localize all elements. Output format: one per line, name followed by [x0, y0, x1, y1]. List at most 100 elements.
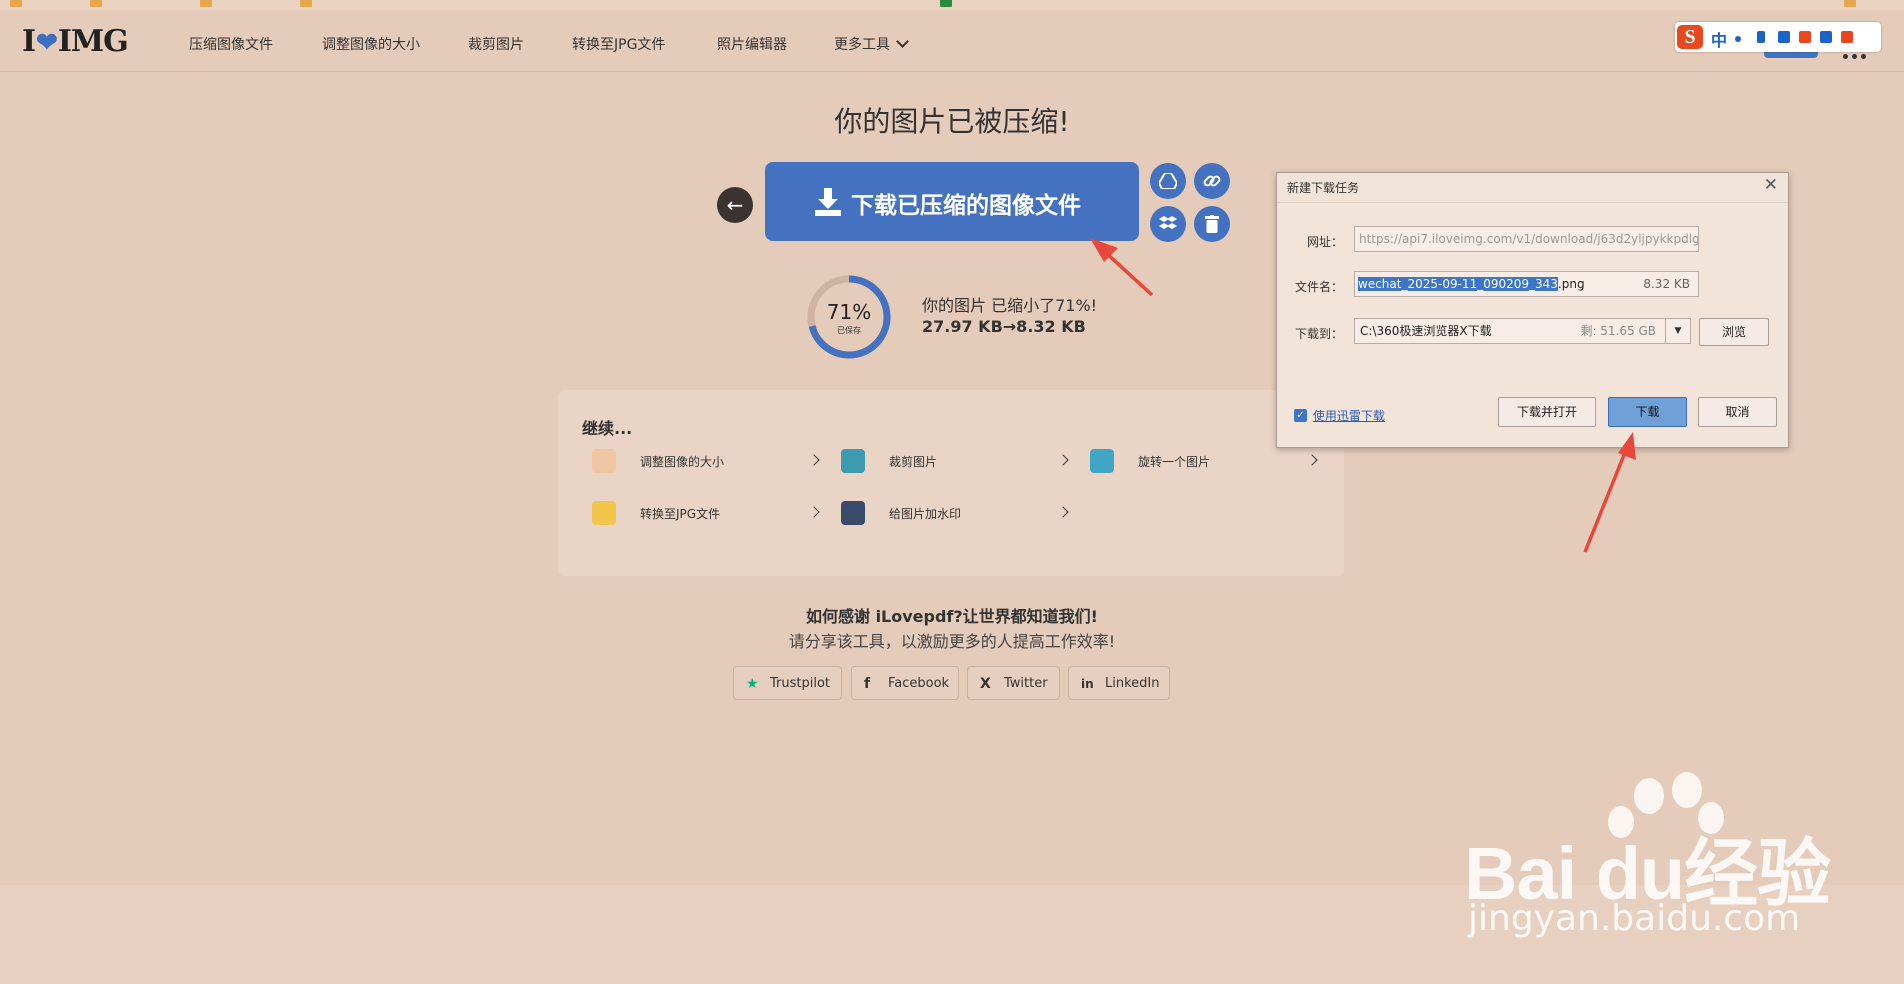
checkbox-checked-icon[interactable]: ✓ [1294, 409, 1307, 422]
microphone-icon[interactable] [1757, 31, 1765, 43]
iloveimg-logo[interactable]: I❤IMG [22, 24, 129, 59]
share-facebook-button[interactable]: f Facebook [851, 666, 959, 700]
chevron-right-icon [1057, 454, 1069, 466]
path-dropdown-chevron-icon[interactable]: ▼ [1665, 319, 1690, 343]
download-compressed-button[interactable]: 下载已压缩的图像文件 [765, 162, 1139, 241]
folder-icon [1844, 0, 1856, 7]
keyboard-icon[interactable] [1778, 31, 1790, 43]
dropbox-icon[interactable] [1150, 206, 1186, 242]
chevron-right-icon [1306, 454, 1318, 466]
nav-crop[interactable]: 裁剪图片 [468, 34, 524, 54]
continue-title: 继续... [582, 419, 633, 438]
ime-mode-label[interactable]: 中 [1711, 27, 1727, 51]
tool-label: 转换至JPG文件 [640, 507, 721, 521]
page-title: 你的图片已被压缩! [834, 105, 1070, 138]
trustpilot-star-icon: ★ [746, 676, 759, 692]
saved-label: 已保存 [837, 326, 861, 335]
dialog-divider [1277, 202, 1788, 203]
logo-text-right: IMG [57, 24, 129, 59]
paw-icon [1634, 778, 1664, 814]
filename-field[interactable]: wechat_2025-09-11_090209_343.png 8.32 KB [1354, 271, 1699, 297]
punctuation-icon[interactable] [1735, 36, 1741, 42]
logo-text-left: I [22, 24, 36, 59]
reduction-message: 你的图片 已缩小了71%! [922, 296, 1098, 315]
continue-tool-rotate[interactable]: 旋转一个图片 [1090, 446, 1330, 476]
savings-percent: 71% [826, 300, 872, 324]
continue-tool-crop[interactable]: 裁剪图片 [841, 446, 1081, 476]
bookmark-item[interactable] [90, 0, 106, 7]
share-trustpilot-button[interactable]: ★ Trustpilot [733, 666, 842, 700]
nav-compress[interactable]: 压缩图像文件 [189, 34, 273, 54]
mascot-icon[interactable] [1841, 31, 1853, 43]
url-label: 网址： [1306, 235, 1343, 249]
chevron-right-icon [1057, 506, 1069, 518]
share-label: Twitter [1004, 676, 1048, 691]
save-path-label: 下载到： [1294, 327, 1343, 341]
thunder-download-option[interactable]: ✓ 使用迅雷下载 [1294, 407, 1385, 424]
close-icon[interactable]: ✕ [1764, 175, 1778, 195]
tool-label: 给图片加水印 [889, 507, 962, 521]
link-icon[interactable] [1194, 163, 1230, 199]
favicon-icon [940, 0, 952, 7]
dialog-title: 新建下载任务 [1287, 181, 1360, 195]
filename-extension: .png [1557, 277, 1585, 291]
toolbox-icon[interactable] [1820, 31, 1832, 43]
nav-photo-editor[interactable]: 照片编辑器 [717, 34, 787, 54]
share-label: Facebook [888, 676, 950, 691]
watermark-icon [841, 501, 865, 525]
share-label: LinkedIn [1105, 676, 1160, 691]
thunder-download-label[interactable]: 使用迅雷下载 [1313, 409, 1385, 423]
ime-toolbar[interactable]: S 中 [1675, 22, 1881, 52]
savings-ring-labels: 71% 已保存 [806, 274, 892, 360]
folder-icon [300, 0, 312, 7]
annotation-arrow-1 [1090, 238, 1154, 297]
cancel-button[interactable]: 取消 [1698, 397, 1777, 427]
chevron-right-icon [808, 506, 820, 518]
rotate-icon [1090, 449, 1114, 473]
bookmark-item[interactable] [940, 0, 956, 7]
annotation-arrow-2 [1583, 432, 1636, 553]
url-field[interactable]: https://api7.iloveimg.com/v1/download/j6… [1354, 226, 1699, 252]
filename-label: 文件名： [1294, 280, 1343, 294]
google-drive-icon[interactable] [1150, 163, 1186, 199]
tool-label: 旋转一个图片 [1138, 455, 1211, 469]
back-arrow-icon[interactable]: ← [717, 187, 753, 223]
download-and-open-button[interactable]: 下载并打开 [1498, 397, 1596, 427]
skin-icon[interactable] [1799, 31, 1811, 43]
bookmark-item[interactable] [1844, 0, 1860, 7]
facebook-icon: f [864, 676, 871, 692]
bookmarks-bar [0, 0, 1904, 10]
save-path-value: C:\360极速浏览器X下载 [1360, 324, 1492, 338]
share-twitter-button[interactable]: X Twitter [967, 666, 1060, 700]
tool-label: 调整图像的大小 [640, 455, 725, 469]
filename-selected-text: wechat_2025-09-11_090209_343 [1358, 277, 1558, 291]
nav-more-tools-label: 更多工具 [834, 37, 890, 53]
jpg-icon [592, 501, 616, 525]
heart-icon: ❤ [36, 28, 58, 58]
crop-icon [841, 449, 865, 473]
share-linkedin-button[interactable]: in LinkedIn [1068, 666, 1170, 700]
thanks-heading: 如何感谢 iLovepdf?让世界都知道我们! [806, 607, 1098, 626]
folder-icon [90, 0, 102, 7]
save-path-field[interactable]: C:\360极速浏览器X下载 剩: 51.65 GB ▼ [1354, 318, 1691, 344]
delete-trash-icon[interactable] [1194, 206, 1230, 242]
nav-convert-jpg[interactable]: 转换至JPG文件 [572, 34, 665, 54]
bookmark-item[interactable] [200, 0, 216, 7]
chevron-down-icon [896, 35, 909, 48]
bookmark-item[interactable] [10, 0, 26, 7]
download-button-label: 下载已压缩的图像文件 [851, 193, 1081, 219]
continue-tool-resize[interactable]: 调整图像的大小 [592, 446, 832, 476]
size-change: 27.97 KB→8.32 KB [922, 317, 1086, 336]
baidu-jingyan-watermark: Bai du经验 jingyan.baidu.com [1458, 772, 1898, 939]
tool-label: 裁剪图片 [889, 455, 938, 469]
download-button[interactable]: 下载 [1608, 397, 1687, 427]
nav-more-tools[interactable]: 更多工具 [834, 34, 909, 54]
linkedin-icon: in [1081, 677, 1094, 691]
nav-resize[interactable]: 调整图像的大小 [322, 34, 420, 54]
bookmark-item[interactable] [300, 0, 316, 7]
browse-button[interactable]: 浏览 [1699, 318, 1769, 346]
continue-tool-watermark[interactable]: 给图片加水印 [841, 498, 1081, 528]
continue-tool-convert-jpg[interactable]: 转换至JPG文件 [592, 498, 832, 528]
file-size: 8.32 KB [1643, 277, 1690, 291]
site-header: I❤IMG 压缩图像文件 调整图像的大小 裁剪图片 转换至JPG文件 照片编辑器… [0, 10, 1904, 72]
